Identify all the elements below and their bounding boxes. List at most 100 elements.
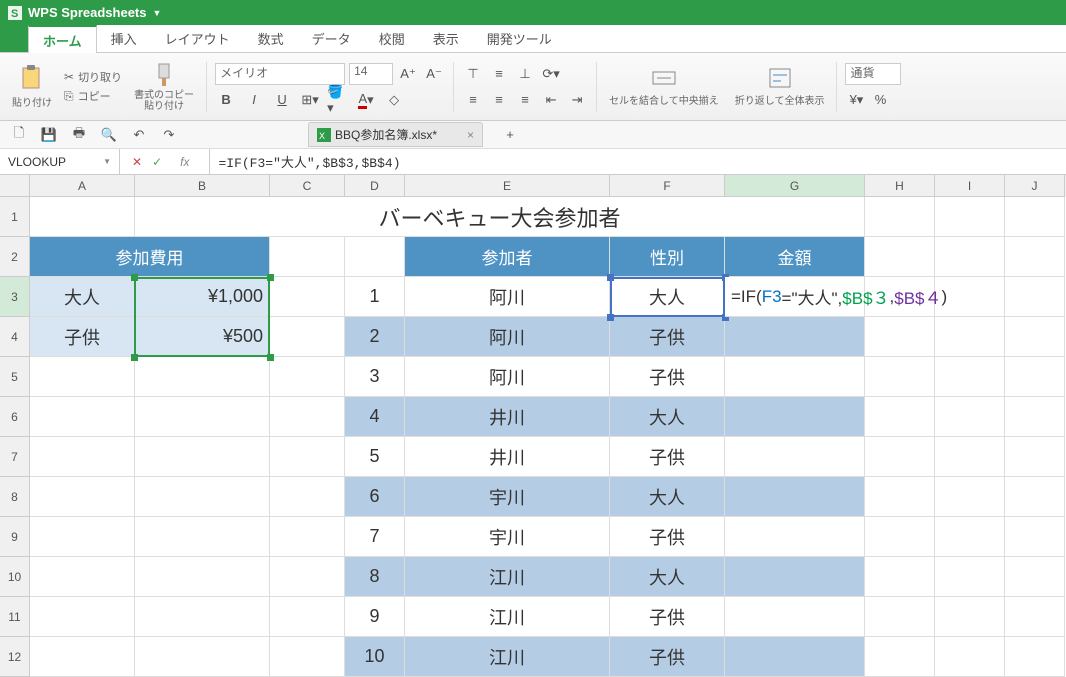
cell[interactable] [270,357,345,397]
align-top-icon[interactable]: ⊤ [462,63,484,85]
cell[interactable] [135,517,270,557]
underline-button[interactable]: U [271,89,293,111]
cell[interactable] [865,557,935,597]
cell[interactable]: ¥1,000 [135,277,270,317]
undo-icon[interactable]: ↶ [128,124,150,146]
cell[interactable] [270,557,345,597]
cell[interactable] [30,197,135,237]
grow-font-icon[interactable]: A⁺ [397,63,419,85]
cell[interactable] [30,437,135,477]
cell[interactable]: 子供 [610,317,725,357]
row-header[interactable]: 8 [0,477,30,517]
cell[interactable]: 江川 [405,637,610,677]
cell[interactable] [1005,277,1065,317]
col-header[interactable]: G [725,175,865,197]
cell[interactable]: 阿川 [405,357,610,397]
cell[interactable] [1005,557,1065,597]
merge-button[interactable]: セルを結合して中央揃え [605,66,723,107]
bold-button[interactable]: B [215,89,237,111]
cell[interactable] [135,557,270,597]
cell[interactable] [935,197,1005,237]
cell[interactable] [865,597,935,637]
cell[interactable] [935,317,1005,357]
cell[interactable] [865,477,935,517]
new-icon[interactable]: 🗋 [8,124,30,146]
cell[interactable]: 宇川 [405,517,610,557]
size-select[interactable]: 14 [349,63,393,85]
row-header[interactable]: 1 [0,197,30,237]
cell[interactable] [935,517,1005,557]
cell[interactable] [725,597,865,637]
shrink-font-icon[interactable]: A⁻ [423,63,445,85]
col-header[interactable]: B [135,175,270,197]
cell[interactable]: 宇川 [405,477,610,517]
cell[interactable]: 7 [345,517,405,557]
cell[interactable] [865,637,935,677]
cell[interactable] [30,477,135,517]
orient-icon[interactable]: ⟳▾ [540,63,562,85]
cell[interactable] [1005,357,1065,397]
participant-header[interactable]: 参加者 [405,237,610,277]
cell[interactable] [30,597,135,637]
amount-header[interactable]: 金額 [725,237,865,277]
cell[interactable]: 井川 [405,397,610,437]
row-header[interactable]: 6 [0,397,30,437]
cell[interactable]: 井川 [405,437,610,477]
redo-icon[interactable]: ↷ [158,124,180,146]
cell[interactable] [865,317,935,357]
cell[interactable] [725,397,865,437]
cell[interactable]: 10 [345,637,405,677]
cell[interactable] [270,637,345,677]
fx-icon[interactable]: fx [172,155,197,169]
col-header[interactable]: H [865,175,935,197]
cell[interactable]: 大人 [30,277,135,317]
cell[interactable] [1005,597,1065,637]
indent-dec-icon[interactable]: ⇤ [540,89,562,111]
cell[interactable] [135,477,270,517]
cell[interactable]: 8 [345,557,405,597]
cell[interactable] [135,397,270,437]
format-painter[interactable]: 書式のコピー 貼り付け [130,62,198,112]
cell[interactable]: 6 [345,477,405,517]
cell[interactable]: 阿川 [405,317,610,357]
row-header[interactable]: 2 [0,237,30,277]
wrap-button[interactable]: 折り返して全体表示 [731,66,829,107]
col-header[interactable]: I [935,175,1005,197]
formula-input[interactable]: =IF(F3="大人",$B$3,$B$4) [210,152,1066,171]
cell[interactable] [270,597,345,637]
formula-cell[interactable]: =IF(F3="大人",$B$３,$B$４) [725,277,865,317]
cell[interactable] [865,397,935,437]
align-left-icon[interactable]: ≡ [462,89,484,111]
cell[interactable] [1005,637,1065,677]
cell[interactable]: 5 [345,437,405,477]
tab-home[interactable]: ホーム [28,25,97,53]
cell[interactable] [30,357,135,397]
cell[interactable] [865,197,935,237]
row-header[interactable]: 11 [0,597,30,637]
fee-header[interactable]: 参加費用 [30,237,270,277]
copy-button[interactable]: ⎘コピー [64,88,122,104]
cell[interactable]: 子供 [610,517,725,557]
row-header[interactable]: 4 [0,317,30,357]
cell[interactable] [135,357,270,397]
cell[interactable]: ¥500 [135,317,270,357]
cell[interactable] [270,237,345,277]
cell[interactable]: 大人 [610,557,725,597]
cell[interactable] [270,517,345,557]
chevron-down-icon[interactable]: ▼ [103,157,111,166]
cell[interactable] [135,437,270,477]
cell[interactable]: 大人 [610,277,725,317]
cell[interactable] [865,357,935,397]
tab-insert[interactable]: 挿入 [97,25,151,52]
indent-inc-icon[interactable]: ⇥ [566,89,588,111]
cell[interactable] [935,437,1005,477]
cell[interactable] [1005,477,1065,517]
percent-icon[interactable]: % [869,89,891,111]
cell[interactable] [935,477,1005,517]
col-header[interactable]: C [270,175,345,197]
cell[interactable] [935,637,1005,677]
cell[interactable] [345,237,405,277]
preview-icon[interactable]: 🔍 [98,124,120,146]
cell[interactable]: 1 [345,277,405,317]
align-center-icon[interactable]: ≡ [488,89,510,111]
